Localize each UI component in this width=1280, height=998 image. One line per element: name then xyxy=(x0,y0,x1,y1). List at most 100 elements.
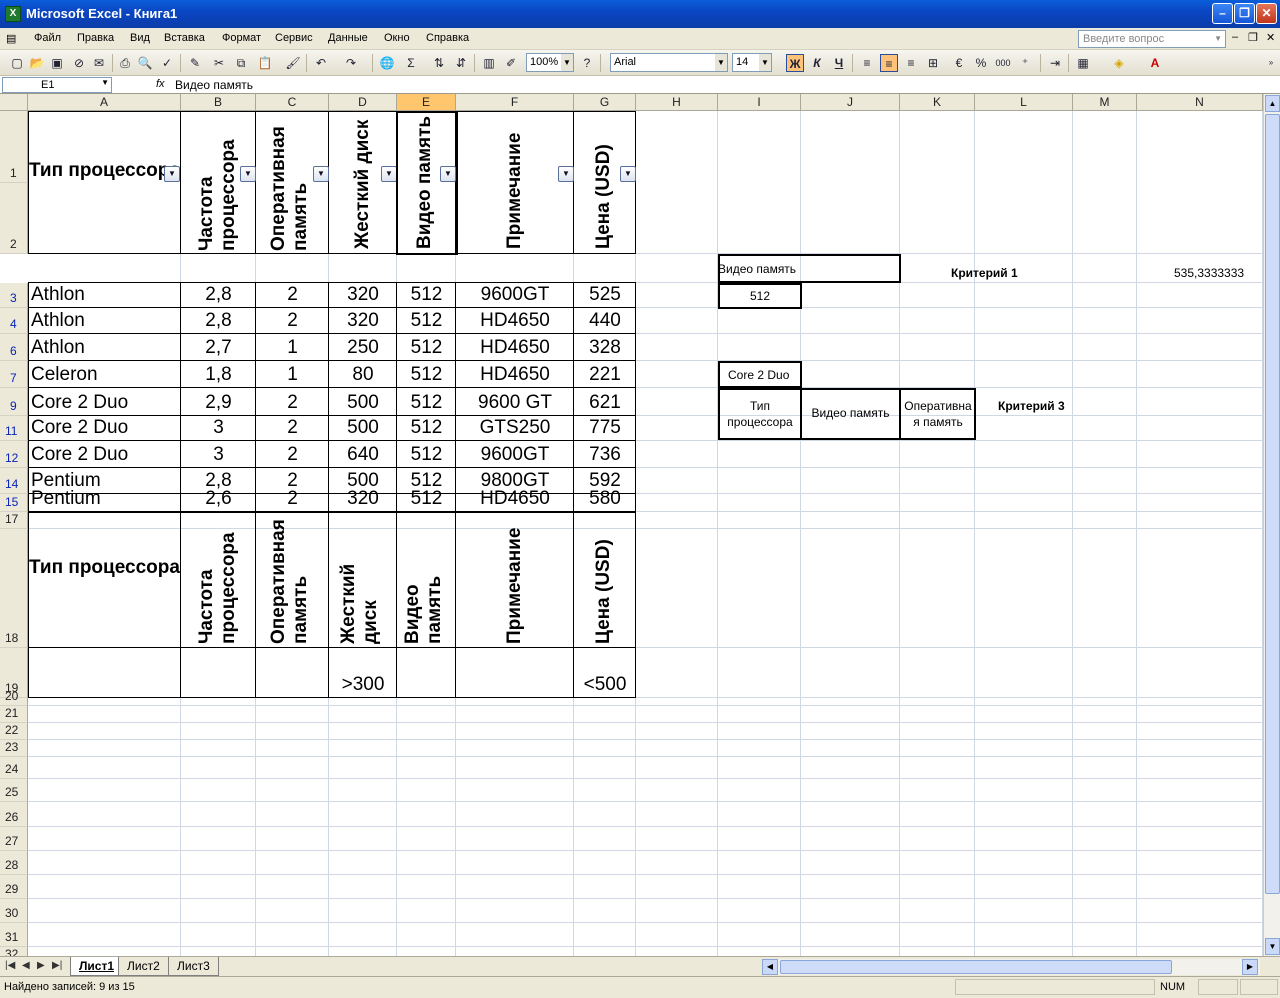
table1-cell[interactable]: Celeron xyxy=(28,361,181,388)
table1-cell[interactable]: Core 2 Duo xyxy=(28,441,181,468)
table2-criteria-cell[interactable] xyxy=(456,648,574,698)
table1-cell[interactable]: 9600GT xyxy=(456,283,574,308)
autosum-icon[interactable]: Σ xyxy=(402,54,420,72)
table1-cell[interactable]: 512 xyxy=(397,388,456,416)
table1-cell[interactable]: 3 xyxy=(181,416,256,441)
row-header[interactable]: 22 xyxy=(0,723,28,740)
row-header[interactable]: 29 xyxy=(0,875,28,899)
print-preview-icon[interactable]: 🔍 xyxy=(136,54,154,72)
new-icon[interactable]: ▢ xyxy=(8,54,26,72)
first-sheet-icon[interactable]: |◀ xyxy=(5,960,15,971)
table1-cell[interactable]: 2 xyxy=(256,441,329,468)
menu-format[interactable]: Формат xyxy=(222,32,261,44)
next-sheet-icon[interactable]: ▶ xyxy=(37,960,45,971)
row-header[interactable]: 30 xyxy=(0,899,28,923)
sort-asc-icon[interactable]: ⇅ xyxy=(430,54,448,72)
table1-cell[interactable]: 1 xyxy=(256,361,329,388)
sort-desc-icon[interactable]: ⇵ xyxy=(452,54,470,72)
last-sheet-icon[interactable]: ▶| xyxy=(52,960,62,971)
table2-criteria-cell[interactable] xyxy=(256,648,329,698)
table1-cell[interactable]: 221 xyxy=(574,361,636,388)
filter-button[interactable]: ▼ xyxy=(164,166,180,182)
table1-cell[interactable]: HD4650 xyxy=(456,488,574,512)
table1-cell[interactable]: 2,7 xyxy=(181,334,256,361)
menu-edit[interactable]: Правка xyxy=(77,32,114,44)
table1-cell[interactable]: 2 xyxy=(256,283,329,308)
column-header[interactable]: H xyxy=(636,94,718,111)
row-header[interactable]: 28 xyxy=(0,851,28,875)
table1-cell[interactable]: 775 xyxy=(574,416,636,441)
column-header[interactable]: A xyxy=(28,94,181,111)
table1-cell[interactable]: 320 xyxy=(329,488,397,512)
menu-file[interactable]: Файл xyxy=(34,32,61,44)
column-header[interactable]: I xyxy=(718,94,801,111)
percent-button[interactable]: % xyxy=(972,54,990,72)
research-icon[interactable]: ✎ xyxy=(186,54,204,72)
row-header[interactable]: 4 xyxy=(0,308,28,334)
table1-cell[interactable]: 2,9 xyxy=(181,388,256,416)
table1-cell[interactable]: 621 xyxy=(574,388,636,416)
table1-cell[interactable]: 1 xyxy=(256,334,329,361)
row-header[interactable]: 24 xyxy=(0,757,28,779)
underline-button[interactable]: Ч xyxy=(830,54,848,72)
permission-icon[interactable]: ⊘ xyxy=(70,54,88,72)
table1-cell[interactable]: 2 xyxy=(256,388,329,416)
table1-cell[interactable]: 640 xyxy=(329,441,397,468)
increase-decimal-icon[interactable]: ⁺ xyxy=(1016,54,1034,72)
table1-cell[interactable]: Athlon xyxy=(28,308,181,334)
table1-cell[interactable]: 328 xyxy=(574,334,636,361)
menu-data[interactable]: Данные xyxy=(328,32,368,44)
table1-cell[interactable]: 512 xyxy=(397,361,456,388)
column-header[interactable]: K xyxy=(900,94,975,111)
tab-sheet2[interactable]: Лист2 xyxy=(118,957,169,976)
table1-cell[interactable]: 500 xyxy=(329,388,397,416)
row-header[interactable]: 6 xyxy=(0,334,28,361)
row-header[interactable]: 17 xyxy=(0,512,28,529)
filter-button[interactable]: ▼ xyxy=(240,166,256,182)
bold-button[interactable]: Ж xyxy=(786,54,804,72)
tab-sheet1[interactable]: Лист1 xyxy=(70,957,124,976)
table1-cell[interactable]: HD4650 xyxy=(456,308,574,334)
row-header[interactable]: 2 xyxy=(0,183,28,254)
column-header[interactable]: F xyxy=(456,94,574,111)
table1-cell[interactable]: 250 xyxy=(329,334,397,361)
minimize-button[interactable]: – xyxy=(1212,3,1233,24)
formula-input[interactable]: Видео память xyxy=(175,78,253,92)
row-header[interactable]: 18 xyxy=(0,529,28,648)
table1-cell[interactable]: 512 xyxy=(397,416,456,441)
table1-cell[interactable]: 2 xyxy=(256,308,329,334)
table1-cell[interactable]: 1,8 xyxy=(181,361,256,388)
row-header[interactable]: 32 xyxy=(0,947,28,956)
table1-cell[interactable]: 3 xyxy=(181,441,256,468)
table1-cell[interactable]: 512 xyxy=(397,488,456,512)
vertical-scrollbar[interactable]: ▲ ▼ xyxy=(1263,94,1280,956)
row-header[interactable]: 27 xyxy=(0,827,28,851)
maximize-button[interactable]: ❐ xyxy=(1234,3,1255,24)
open-icon[interactable]: 📂 xyxy=(28,54,46,72)
table1-cell[interactable]: 580 xyxy=(574,488,636,512)
table1-cell[interactable]: 2,6 xyxy=(181,488,256,512)
table1-cell[interactable]: Core 2 Duo xyxy=(28,416,181,441)
zoom-select[interactable]: 100% ▼ xyxy=(526,53,574,72)
table1-cell[interactable]: 9600 GT xyxy=(456,388,574,416)
currency-icon[interactable]: € xyxy=(950,54,968,72)
font-color-icon[interactable]: A xyxy=(1146,54,1164,72)
column-header[interactable]: D xyxy=(329,94,397,111)
column-header[interactable]: L xyxy=(975,94,1073,111)
filter-button[interactable]: ▼ xyxy=(620,166,636,182)
row-header[interactable]: 9 xyxy=(0,388,28,416)
column-header[interactable]: N xyxy=(1137,94,1263,111)
table2-criteria-cell[interactable] xyxy=(28,648,181,698)
table1-cell[interactable]: Athlon xyxy=(28,334,181,361)
hyperlink-icon[interactable]: 🌐 xyxy=(378,54,396,72)
table1-cell[interactable]: HD4650 xyxy=(456,334,574,361)
table1-cell[interactable]: 80 xyxy=(329,361,397,388)
menu-tools[interactable]: Сервис xyxy=(275,32,313,44)
column-header[interactable]: M xyxy=(1073,94,1137,111)
borders-icon[interactable]: ▦ xyxy=(1074,54,1092,72)
table1-cell[interactable]: GTS250 xyxy=(456,416,574,441)
menu-help[interactable]: Справка xyxy=(426,32,469,44)
row-header[interactable]: 1 xyxy=(0,111,28,183)
menu-view[interactable]: Вид xyxy=(130,32,150,44)
column-header[interactable]: J xyxy=(801,94,900,111)
